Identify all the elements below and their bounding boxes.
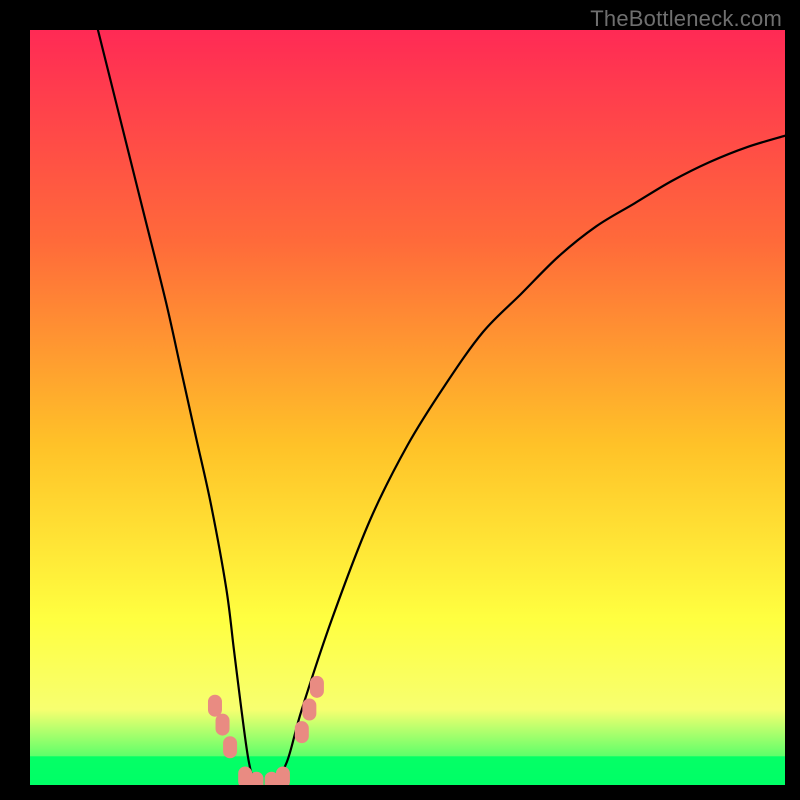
left-marker-2	[216, 714, 230, 736]
chart-svg	[30, 30, 785, 785]
green-floor-band	[30, 756, 785, 785]
floor-marker-4	[276, 766, 290, 785]
right-marker-2	[302, 699, 316, 721]
gradient-background	[30, 30, 785, 785]
watermark-text: TheBottleneck.com	[590, 6, 782, 32]
bottleneck-chart	[30, 30, 785, 785]
right-marker-3	[310, 676, 324, 698]
left-marker-3	[223, 736, 237, 758]
right-marker-1	[295, 721, 309, 743]
left-marker-1	[208, 695, 222, 717]
